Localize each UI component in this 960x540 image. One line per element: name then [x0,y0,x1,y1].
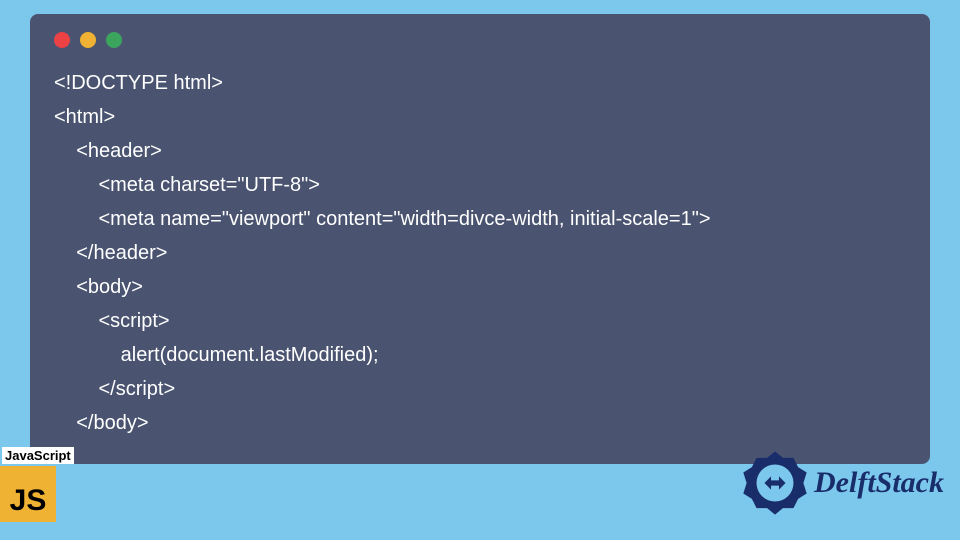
code-block: <!DOCTYPE html> <html> <header> <meta ch… [50,66,910,440]
js-badge-icon: JS [0,466,56,522]
js-label: JavaScript [2,447,74,464]
maximize-icon[interactable] [106,32,122,48]
delftstack-logo-icon [742,450,808,516]
brand-text: DelftStack [814,466,944,500]
js-badge-text: JS [10,484,47,518]
code-window: <!DOCTYPE html> <html> <header> <meta ch… [30,14,930,464]
minimize-icon[interactable] [80,32,96,48]
footer-right: DelftStack [742,450,944,516]
traffic-lights [54,32,910,48]
footer-left: JavaScript JS [0,447,74,522]
close-icon[interactable] [54,32,70,48]
